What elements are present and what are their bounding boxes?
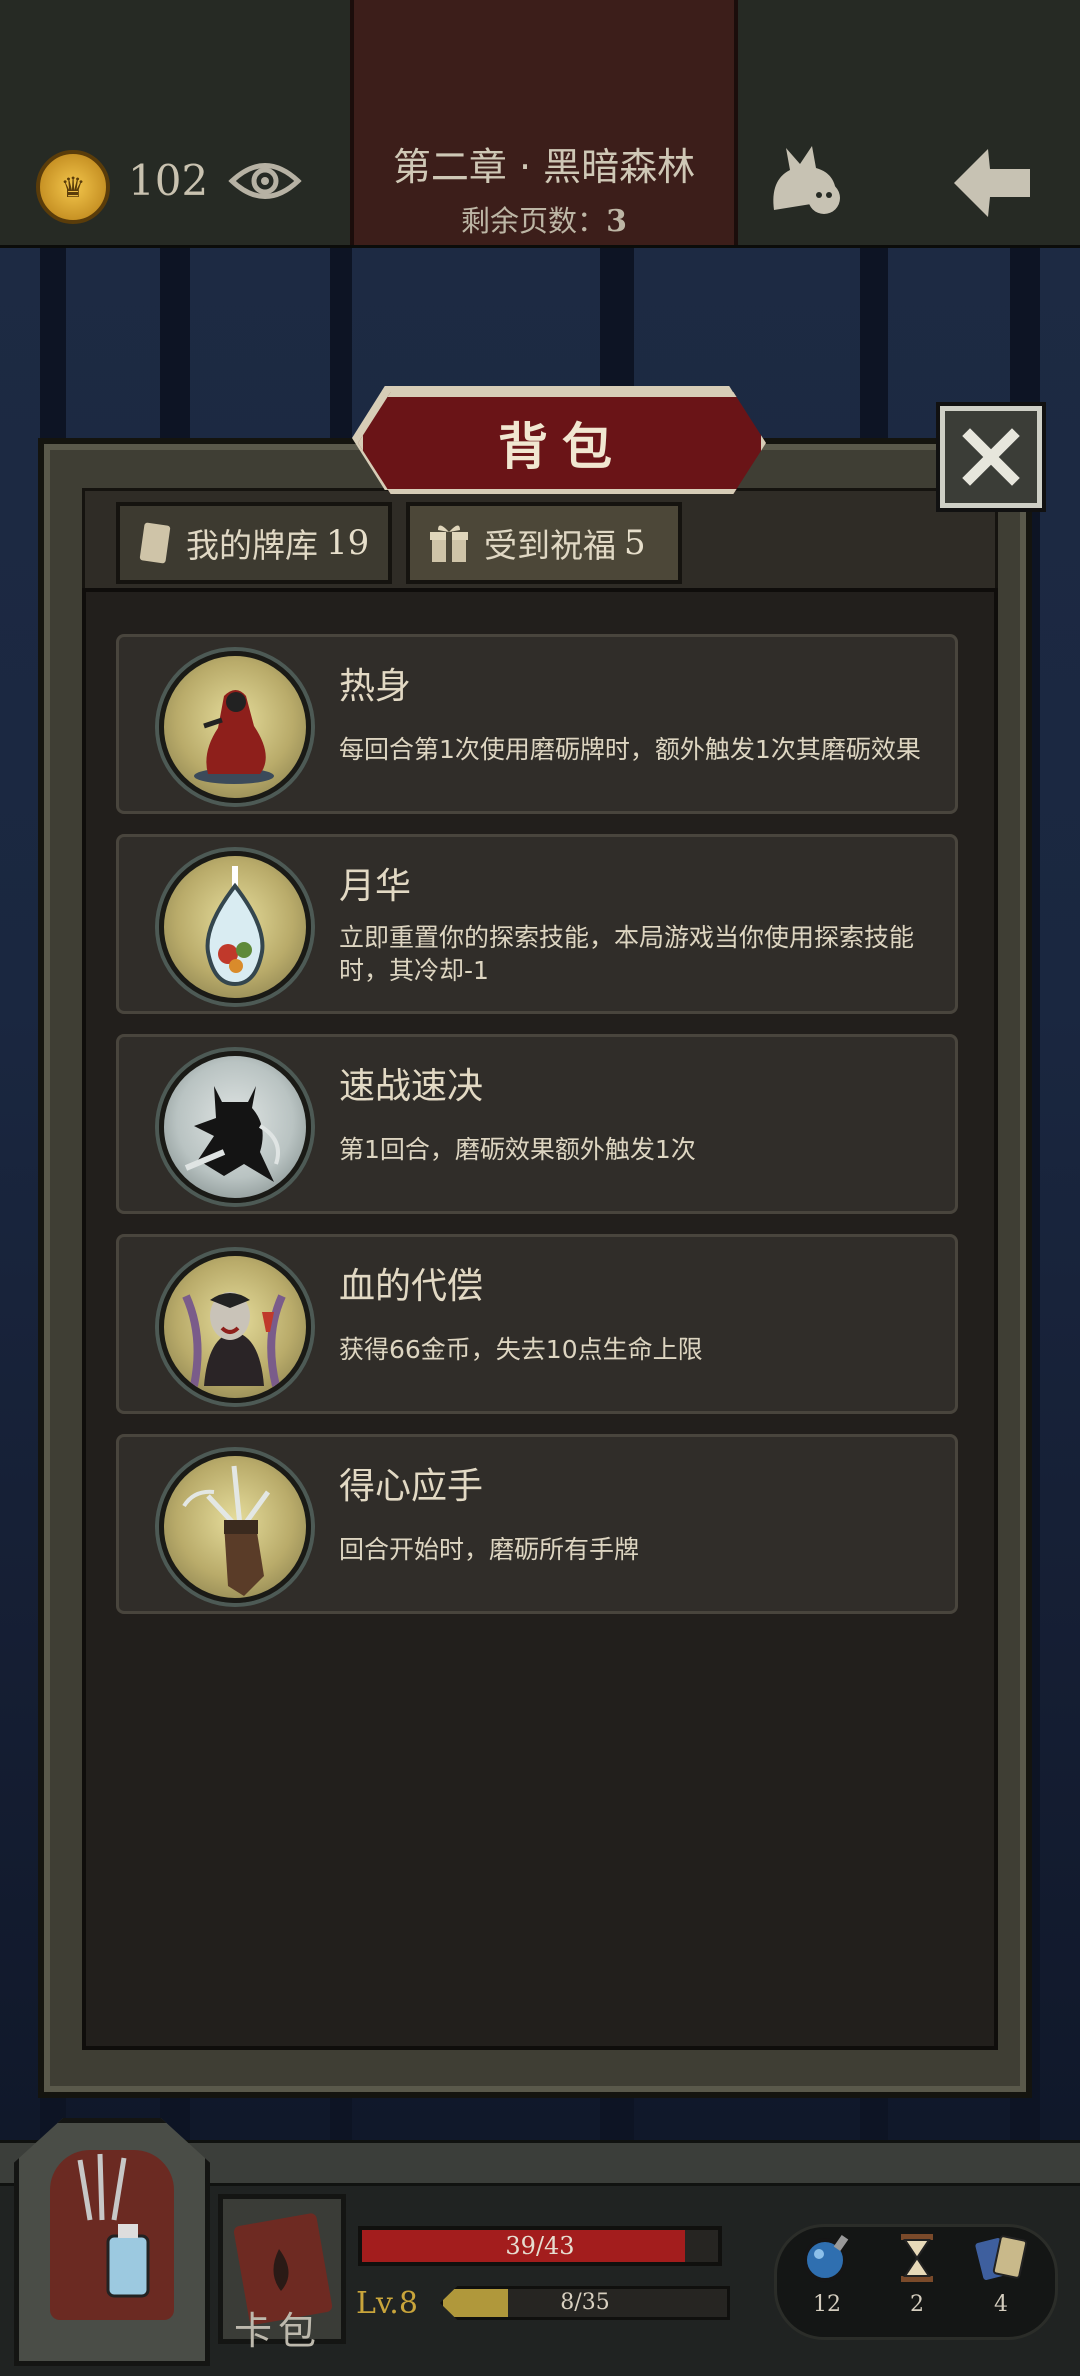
blessing-description: 获得66金币，失去10点生命上限 (339, 1335, 703, 1364)
tab-blessings[interactable]: 受到祝福 5 (406, 502, 682, 584)
tab-my-deck[interactable]: 我的牌库 19 (116, 502, 392, 584)
blessing-card[interactable]: 得心应手 回合开始时，磨砺所有手牌 (116, 1434, 958, 1614)
card-icon (139, 522, 171, 564)
modal-title-plaque: 背包 (358, 392, 766, 494)
modal-title: 背包 (498, 418, 626, 476)
cards-icon (975, 2235, 1028, 2280)
blessing-card[interactable]: 速战速决 第1回合，磨砺效果额外触发1次 (116, 1034, 958, 1214)
level-label: Lv.8 (356, 2286, 418, 2321)
vampire-icon (159, 1251, 311, 1403)
hp-text: 39/43 (505, 2232, 575, 2260)
monster-icon[interactable] (766, 140, 850, 218)
gift-icon (430, 525, 468, 562)
hand-blades-icon (159, 1451, 311, 1603)
moon-drop-icon (159, 851, 311, 1003)
xp-bar: 8/35 (440, 2286, 730, 2320)
resource-hourglass[interactable]: 2 (882, 2232, 952, 2317)
blessing-description: 回合开始时，磨砺所有手牌 (339, 1535, 640, 1564)
card-bag-label: 卡包 (234, 2309, 323, 2353)
blessing-description: 每回合第1次使用磨砺牌时，额外触发1次其磨砺效果 (339, 735, 921, 764)
blessing-name: 热身 (339, 666, 412, 707)
eye-icon[interactable] (228, 156, 302, 206)
blessing-name: 血的代偿 (339, 1266, 484, 1307)
blessing-description: 立即重置你的探索技能，本局游戏当你使用探索技能时，其冷却-1 (339, 923, 915, 985)
crystal-ball-icon (803, 2234, 849, 2282)
blessing-card[interactable]: 血的代偿 获得66金币，失去10点生命上限 (116, 1234, 958, 1414)
blessing-name: 速战速决 (339, 1066, 484, 1107)
resource-crystal-ball[interactable]: 12 (792, 2232, 862, 2317)
top-bar: ♛ 102 第二章 · 黑暗森林 剩余页数：3 (0, 0, 1080, 248)
blessing-card[interactable]: 热身 每回合第1次使用磨砺牌时，额外触发1次其磨砺效果 (116, 634, 958, 814)
blessing-name: 得心应手 (339, 1466, 484, 1507)
blessing-name: 月华 (339, 866, 412, 907)
blessing-card[interactable]: 月华 立即重置你的探索技能，本局游戏当你使用探索技能时，其冷却-1 (116, 834, 958, 1014)
chapter-title: 第二章 · 黑暗森林 (392, 145, 696, 189)
pages-left: 剩余页数：3 (461, 204, 627, 239)
red-hooded-figure-icon (159, 651, 311, 803)
hp-bar: 39/43 (358, 2226, 722, 2266)
crown-coin-icon: ♛ (36, 150, 110, 224)
coin-count: 102 (128, 156, 209, 205)
xp-text: 8/35 (560, 2290, 610, 2315)
hourglass-icon (901, 2234, 933, 2282)
backpack-icon (50, 2150, 174, 2320)
blessing-description: 第1回合，磨砺效果额外触发1次 (339, 1135, 696, 1164)
horned-warrior-icon (159, 1051, 311, 1203)
chapter-banner: 第二章 · 黑暗森林 剩余页数：3 (350, 0, 738, 245)
back-arrow-icon[interactable] (950, 145, 1034, 221)
close-button[interactable] (936, 402, 1046, 512)
close-icon (962, 428, 1020, 486)
resource-cards[interactable]: 4 (966, 2232, 1036, 2317)
